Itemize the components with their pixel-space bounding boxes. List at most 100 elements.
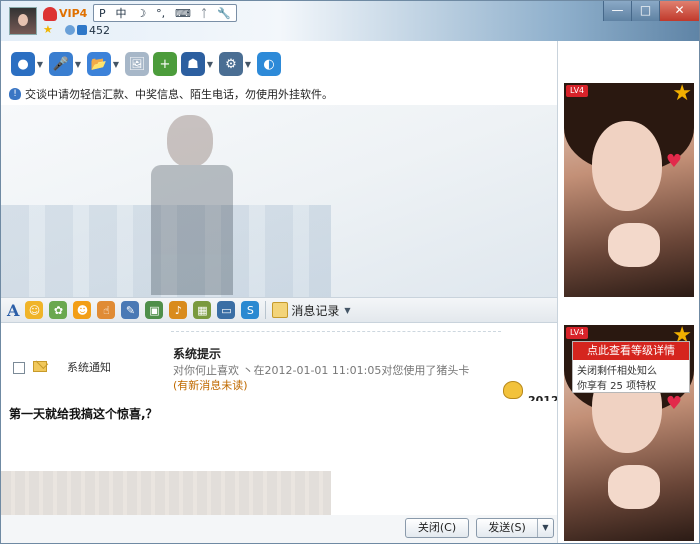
background-floor-image bbox=[1, 471, 331, 515]
my-level-badge: LV4 bbox=[566, 327, 589, 339]
ime-chinese-toggle[interactable]: 中 bbox=[115, 5, 126, 21]
chat-history-area[interactable] bbox=[1, 105, 557, 297]
toolbar-item[interactable]: ⚙ ▼ bbox=[219, 52, 253, 76]
magic-emoji-icon[interactable]: ✿ bbox=[49, 301, 68, 319]
message-input-text[interactable]: 第一天就给我搞这个惊喜,？ bbox=[9, 405, 158, 422]
star-icon: ★ bbox=[43, 23, 53, 36]
unread-link[interactable]: (有新消息未读) bbox=[173, 377, 248, 393]
ime-logo-icon[interactable]: P bbox=[99, 7, 106, 20]
notification-description: 对你何止喜欢 丶在2012-01-01 11:01:05对您使用了猪头卡 bbox=[173, 364, 470, 377]
cat-face-icon bbox=[503, 381, 523, 399]
ime-keyboard-icon[interactable]: ⌨ bbox=[175, 7, 191, 20]
level-tip-line-1: 关闭剩仟相处知么 bbox=[577, 366, 657, 377]
history-icon bbox=[272, 302, 289, 318]
notification-panel: 系统通知 系统提示 对你何止喜欢 丶在2012-01-01 11:01:05对您… bbox=[1, 325, 559, 407]
background-head bbox=[167, 115, 213, 167]
maximize-button[interactable]: □ bbox=[631, 1, 659, 21]
main-toolbar: ● ▼ 🎤 ▼ 📂 ▼ 🖼 + ☗ ▼ ⚙ ▼ ◐ bbox=[1, 47, 557, 81]
shield-icon: ! bbox=[9, 88, 21, 100]
format-toolbar: A ☺ ✿ ☻ ☝ ✎ ▣ ♪ ▦ ▭ S 消息记录 ▼ bbox=[1, 297, 557, 323]
friend-show-photo[interactable]: LV4 ★ ♥ bbox=[564, 83, 694, 297]
background-body bbox=[151, 165, 233, 295]
scribble-icon[interactable]: ✎ bbox=[121, 301, 140, 319]
screenshot-icon[interactable]: ▭ bbox=[217, 301, 236, 319]
avatar[interactable] bbox=[9, 7, 37, 35]
chevron-down-icon[interactable]: ▼ bbox=[35, 60, 45, 69]
level-count: 452 bbox=[89, 23, 110, 37]
globe-icon[interactable]: ◐ bbox=[257, 52, 281, 76]
vip-badge[interactable]: VIP4 bbox=[59, 7, 87, 20]
toolbar-item[interactable]: 🎤 ▼ bbox=[49, 52, 83, 76]
thumb-icon[interactable]: ☝ bbox=[97, 301, 116, 319]
microphone-icon[interactable]: 🎤 bbox=[49, 52, 73, 76]
photo-hand bbox=[608, 223, 660, 267]
level-tip-popup: 点此查看等级详情 关闭剩仟相处知么 你享有 25 项特权 bbox=[572, 341, 690, 393]
heart-icon: ♥ bbox=[665, 151, 682, 172]
message-history-button[interactable]: 消息记录 ▼ bbox=[272, 302, 352, 319]
notification-checkbox[interactable] bbox=[13, 362, 25, 374]
ime-pinyin-icon[interactable]: ᛏ bbox=[201, 7, 208, 20]
photo-face bbox=[592, 121, 662, 211]
music-icon[interactable]: ♪ bbox=[169, 301, 188, 319]
notification-title: 系统提示 bbox=[173, 347, 222, 361]
system-notice-label[interactable]: 系统通知 bbox=[67, 359, 111, 375]
ime-halfwidth-icon[interactable]: ☽ bbox=[136, 7, 146, 20]
background-person-image bbox=[141, 115, 241, 295]
toolbar-item[interactable]: ☗ ▼ bbox=[181, 52, 215, 76]
chevron-down-icon[interactable]: ▼ bbox=[73, 60, 83, 69]
qq-chat-window: VIP4 ★ 452 P 中 ☽ °, ⌨ ᛏ 🔧 — □ ✕ ● ▼ 🎤 ▼ 📂 ▼ 🖼 +… bbox=[0, 0, 700, 544]
folder-icon[interactable]: 📂 bbox=[87, 52, 111, 76]
friend-level-badge: LV4 bbox=[566, 85, 589, 97]
close-window-button[interactable]: ✕ bbox=[659, 1, 699, 21]
my-show-photo[interactable]: LV4 ★ ♥ 点此查看等级详情 关闭剩仟相处知么 你享有 25 项特权 bbox=[564, 325, 694, 541]
close-chat-button[interactable]: 关闭(C) bbox=[405, 518, 469, 538]
title-bar: VIP4 ★ 452 P 中 ☽ °, ⌨ ᛏ 🔧 — □ ✕ bbox=[1, 1, 699, 41]
chevron-down-icon[interactable]: ▼ bbox=[205, 60, 215, 69]
right-show-panel: LV4 ★ ♥ LV4 ★ ♥ 点此查看等级详情 关闭剩仟相处知么 你享有 25… bbox=[557, 41, 699, 543]
message-history-label: 消息记录 bbox=[291, 303, 340, 318]
vip-crown-icon bbox=[43, 7, 57, 21]
wink-icon[interactable]: ☻ bbox=[73, 301, 92, 319]
security-notice: ! 交谈中请勿轻信汇款、中奖信息、陌生电话，勿使用外挂软件。 bbox=[9, 85, 555, 103]
picture-icon[interactable]: ▣ bbox=[145, 301, 164, 319]
send-button-group: 发送(S) ▼ bbox=[476, 518, 554, 538]
chevron-down-icon[interactable]: ▼ bbox=[243, 60, 253, 69]
chevron-down-icon[interactable]: ▼ bbox=[342, 306, 352, 315]
settings-icon[interactable]: ⚙ bbox=[219, 52, 243, 76]
toolbar-item[interactable]: + bbox=[153, 52, 177, 76]
send-options-chevron-down-icon[interactable]: ▼ bbox=[537, 519, 553, 537]
toolbar-item[interactable]: 🖼 bbox=[125, 52, 149, 76]
window-controls: — □ ✕ bbox=[603, 1, 699, 21]
ime-punctuation-icon[interactable]: °, bbox=[156, 7, 165, 20]
bottom-bar: 关闭(C) 发送(S) ▼ bbox=[1, 515, 557, 543]
image-icon[interactable]: 🖼 bbox=[125, 52, 149, 76]
police-icon[interactable]: ☗ bbox=[181, 52, 205, 76]
minimize-button[interactable]: — bbox=[603, 1, 631, 21]
notification-divider bbox=[171, 331, 501, 332]
photo-hand bbox=[608, 465, 660, 509]
toolbar-item[interactable]: ◐ bbox=[257, 52, 281, 76]
format-separator bbox=[265, 301, 267, 319]
security-notice-text: 交谈中请勿轻信汇款、中奖信息、陌生电话，勿使用外挂软件。 bbox=[25, 88, 333, 101]
gift-icon[interactable]: ▦ bbox=[193, 301, 212, 319]
message-input[interactable]: 第一天就给我搞这个惊喜,？ bbox=[1, 401, 557, 515]
send-button[interactable]: 发送(S) bbox=[477, 519, 537, 537]
chevron-down-icon[interactable]: ▼ bbox=[111, 60, 121, 69]
gold-star-icon: ★ bbox=[672, 83, 692, 106]
view-level-details-button[interactable]: 点此查看等级详情 bbox=[573, 342, 689, 360]
level-check-icon bbox=[77, 25, 87, 35]
envelope-icon bbox=[33, 361, 47, 372]
ime-settings-icon[interactable]: 🔧 bbox=[217, 7, 231, 20]
level-tip-line-2: 你享有 25 项特权 bbox=[577, 381, 657, 392]
add-app-icon[interactable]: + bbox=[153, 52, 177, 76]
webcam-icon[interactable]: ● bbox=[11, 52, 35, 76]
at-icon[interactable]: S bbox=[241, 301, 260, 319]
heart-icon: ♥ bbox=[665, 393, 682, 414]
toolbar-item[interactable]: 📂 ▼ bbox=[87, 52, 121, 76]
ime-toolbar: P 中 ☽ °, ⌨ ᛏ 🔧 bbox=[93, 4, 237, 22]
font-button[interactable]: A bbox=[7, 301, 19, 320]
smiley-icon[interactable]: ☺ bbox=[25, 301, 44, 319]
level-row[interactable]: 452 bbox=[65, 23, 110, 37]
toolbar-item[interactable]: ● ▼ bbox=[11, 52, 45, 76]
level-dot-icon bbox=[65, 25, 75, 35]
